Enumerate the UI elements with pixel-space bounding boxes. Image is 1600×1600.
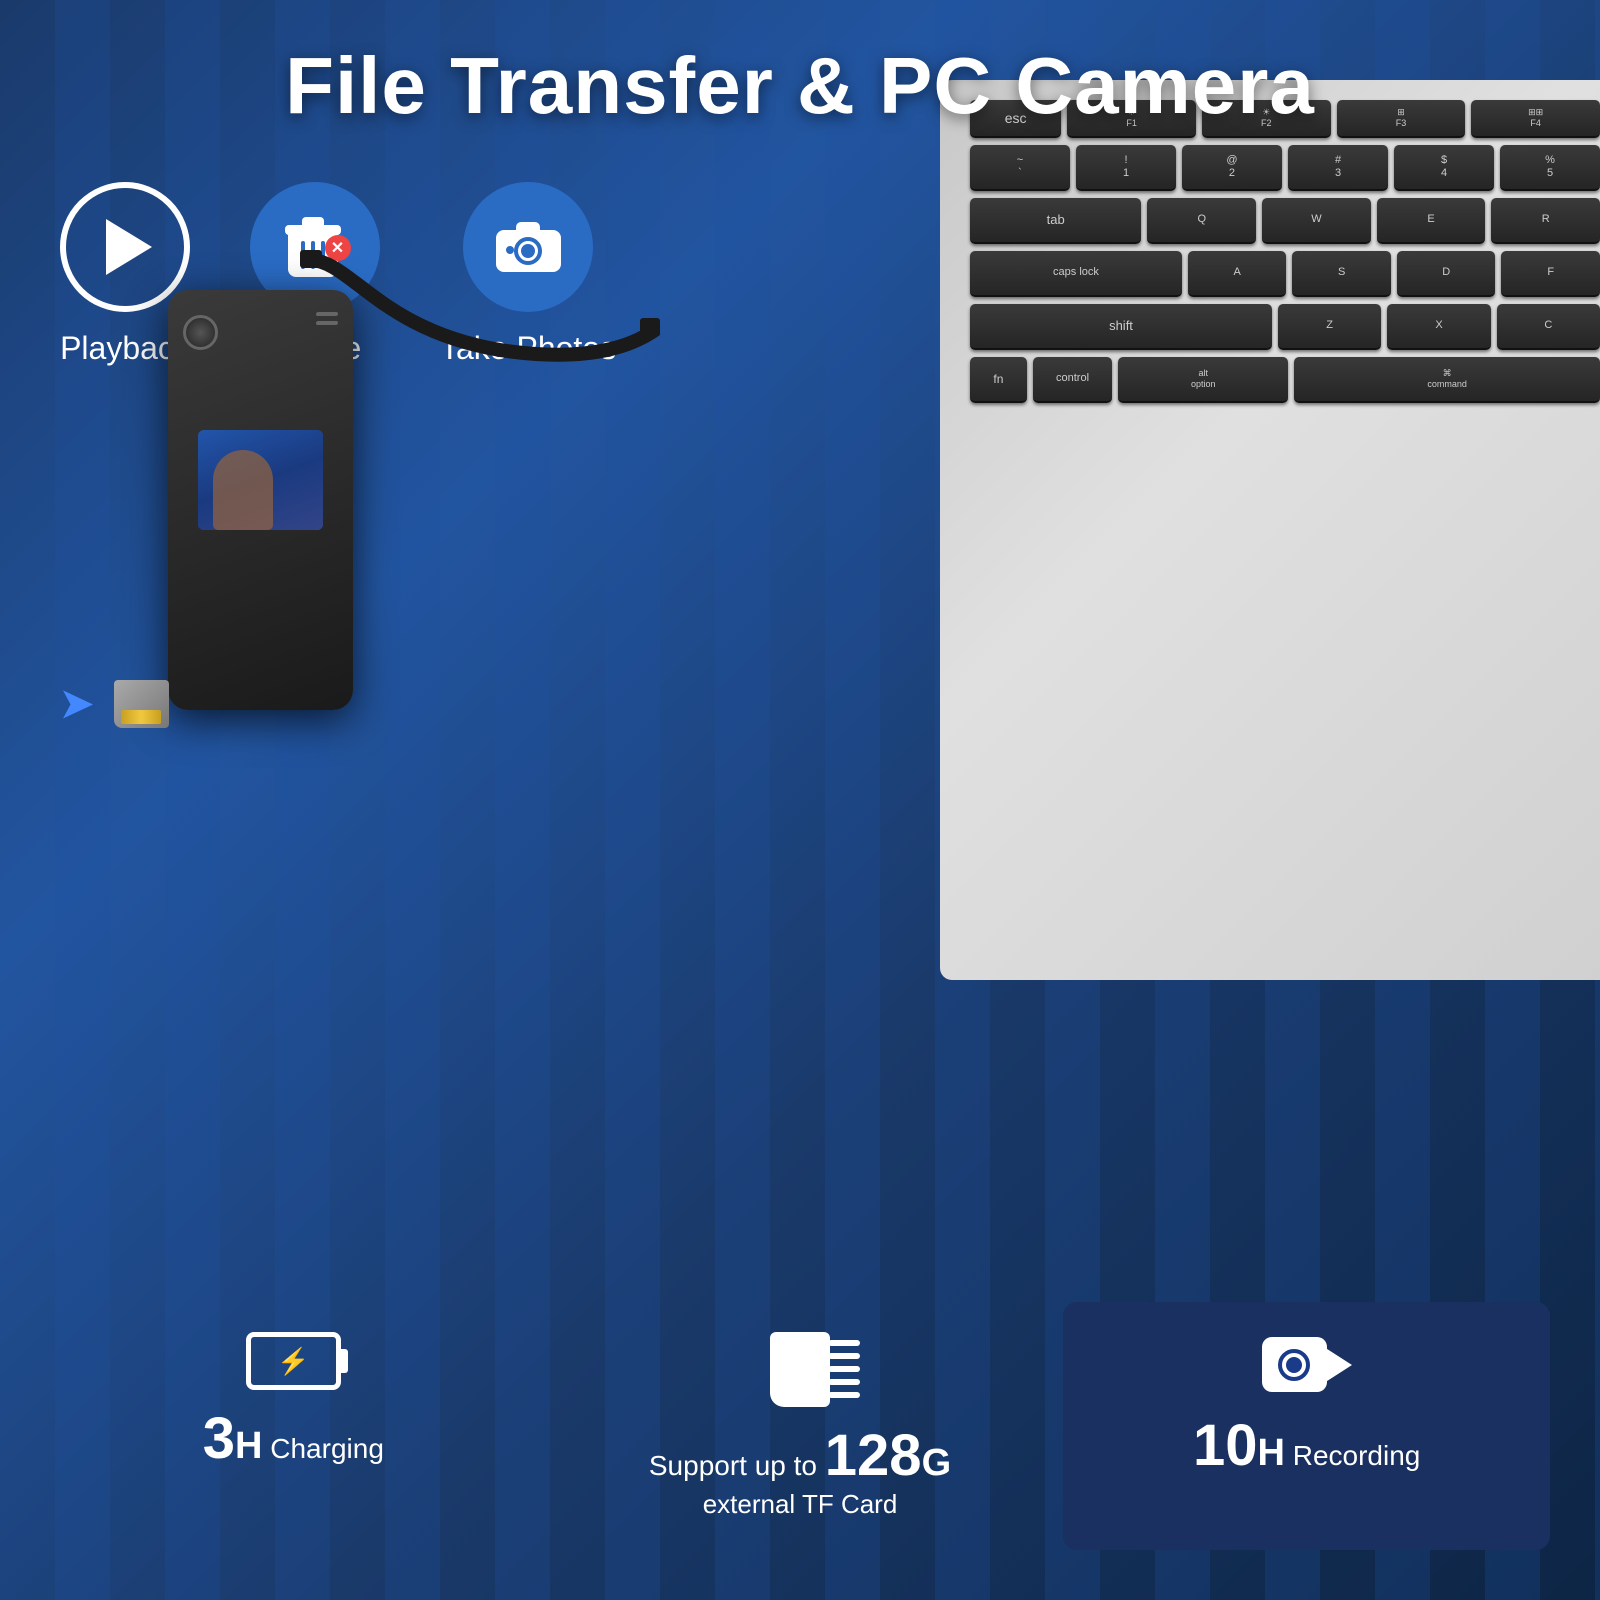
vc-lens-inner [1286, 1357, 1302, 1373]
device-body [168, 290, 353, 710]
tf-card-lines [828, 1340, 860, 1398]
feature-take-photos: Take Photos [440, 182, 616, 367]
vc-lens [1278, 1349, 1310, 1381]
tf-card-label: Support up to 128G external TF Card [649, 1422, 951, 1520]
sd-card-area: ➤ [60, 680, 169, 728]
charging-label: 3H Charging [203, 1405, 384, 1472]
recording-label: 10H Recording [1193, 1412, 1420, 1479]
battery-nub [340, 1349, 348, 1373]
battery-icon: ⚡ [246, 1332, 341, 1390]
main-container: File Transfer & PC Camera Playback [0, 0, 1600, 1600]
take-photos-label: Take Photos [440, 330, 616, 367]
vc-triangle [1324, 1347, 1352, 1383]
stat-recording: 10H Recording [1063, 1302, 1550, 1550]
camera-circle [463, 182, 593, 312]
device-screen [198, 430, 323, 530]
stats-row: ⚡ 3H Charging Support up to 128G [50, 1302, 1550, 1550]
page-title: File Transfer & PC Camera [60, 40, 1540, 132]
battery-flash-icon: ⚡ [277, 1346, 309, 1377]
camera-photo-icon [496, 222, 561, 272]
stat-charging: ⚡ 3H Charging [50, 1302, 537, 1550]
device-lines [316, 312, 338, 325]
sd-arrow-icon: ➤ [60, 681, 94, 727]
screen-content [198, 430, 323, 530]
device-lens [183, 315, 218, 350]
tf-card-icon [770, 1332, 830, 1407]
tf-card-icon-wrapper [770, 1332, 830, 1407]
video-camera-icon [1262, 1332, 1352, 1397]
vc-body [1262, 1337, 1327, 1392]
sd-card [114, 680, 169, 728]
trash-x-icon: ✕ [325, 235, 351, 261]
camera-device [160, 290, 360, 710]
screen-person-silhouette [213, 450, 273, 530]
sd-card-contacts [121, 710, 161, 724]
stat-tf-card: Support up to 128G external TF Card [557, 1302, 1044, 1550]
trash-icon: ✕ [288, 217, 343, 277]
play-icon [106, 219, 152, 275]
